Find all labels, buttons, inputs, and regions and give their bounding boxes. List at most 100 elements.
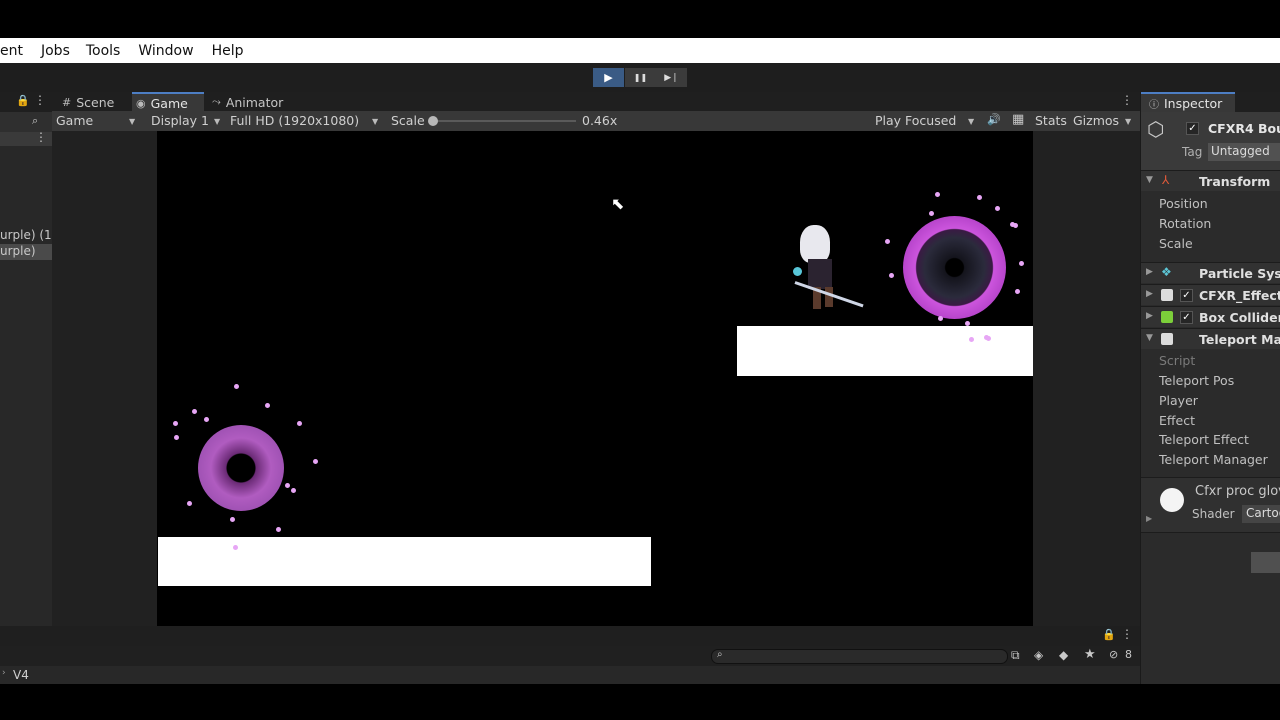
menu-item-jobs[interactable]: Jobs: [41, 43, 70, 59]
field-script: Script: [1159, 353, 1196, 368]
shader-dropdown[interactable]: Cartoo: [1242, 505, 1280, 523]
list-item[interactable]: V4: [13, 668, 29, 682]
field-player: Player: [1159, 393, 1198, 408]
component-teleport-manager[interactable]: ▼ Teleport Mana: [1141, 328, 1280, 349]
hierarchy-scene-row[interactable]: ⋮: [0, 130, 52, 146]
particle: [291, 488, 296, 493]
cube-icon: ⬡: [1147, 117, 1165, 141]
chevron-right-icon[interactable]: ▶: [1146, 514, 1152, 523]
kebab-menu-icon[interactable]: ⋮: [34, 93, 46, 107]
kebab-menu-icon[interactable]: ⋮: [1121, 93, 1133, 107]
search-icon: ⌕: [717, 649, 723, 660]
chevron-right-icon[interactable]: ▶: [1146, 289, 1153, 299]
play-focused-dropdown[interactable]: Play Focused: [875, 113, 956, 128]
search-options-icon[interactable]: ⌕: [32, 114, 38, 128]
tab-animator[interactable]: ⤳ Animator: [210, 92, 300, 112]
component-particle-system[interactable]: ▶ ❖ Particle Syste: [1141, 262, 1280, 283]
staff-orb: [793, 267, 802, 276]
portal: [903, 216, 1006, 319]
chevron-right-icon[interactable]: ▶: [1146, 267, 1153, 277]
material-section: ▶ Cfxr proc glov Shader Cartoo: [1141, 477, 1280, 533]
chevron-down-icon[interactable]: ▼: [1146, 333, 1153, 343]
material-name: Cfxr proc glov: [1195, 484, 1280, 499]
kebab-menu-icon[interactable]: ⋮: [1121, 627, 1133, 641]
character-body: [808, 259, 832, 289]
hidden-count: 8: [1125, 648, 1132, 661]
component-title: CFXR_Effect (: [1199, 288, 1280, 303]
display-dropdown[interactable]: Display 1: [151, 113, 209, 128]
component-transform[interactable]: ▼ ⅄ Transform: [1141, 170, 1280, 191]
inspector-tab-bar: ⓘ Inspector: [1141, 92, 1280, 112]
search-input[interactable]: ⌕: [711, 649, 1008, 664]
enabled-checkbox[interactable]: ✓: [1180, 289, 1193, 302]
lock-icon[interactable]: 🔒: [1102, 628, 1116, 641]
chevron-down-icon: ▼: [372, 117, 379, 126]
particle: [986, 336, 991, 341]
play-button[interactable]: ▶: [593, 68, 624, 87]
pause-icon: ❚❚: [633, 73, 648, 82]
menu-item-tools[interactable]: Tools: [86, 43, 121, 59]
component-box-collider[interactable]: ▶ ✓ Box Collider 2: [1141, 306, 1280, 327]
scale-slider-handle[interactable]: [428, 116, 438, 126]
particle: [929, 211, 934, 216]
pause-button[interactable]: ❚❚: [625, 68, 656, 87]
menu-item-window[interactable]: Window: [138, 43, 193, 59]
label-filter-icon[interactable]: ◆: [1059, 648, 1068, 662]
field-effect: Effect: [1159, 413, 1195, 428]
chevron-down-icon: ▼: [1125, 117, 1132, 126]
speaker-icon[interactable]: 🔊: [987, 113, 1001, 126]
object-name-field[interactable]: CFXR4 Boun: [1208, 121, 1280, 136]
scene-menu-icon[interactable]: ⋮: [35, 130, 47, 144]
tab-inspector[interactable]: ⓘ Inspector: [1141, 92, 1235, 112]
add-component-button[interactable]: [1251, 552, 1280, 573]
menu-item-component[interactable]: ent: [0, 43, 23, 59]
tab-animator-label: Animator: [225, 94, 284, 110]
scale-label: Scale: [391, 113, 425, 128]
hierarchy-search-row: ⌕: [0, 112, 52, 132]
scale-slider-track[interactable]: [430, 120, 576, 122]
hidden-eye-icon[interactable]: ⊘: [1109, 648, 1118, 661]
hierarchy-item-selected[interactable]: urple): [0, 244, 52, 260]
step-button[interactable]: ▶❘: [656, 68, 687, 87]
component-title: Box Collider 2: [1199, 310, 1280, 325]
screen-top-border: [0, 0, 1280, 38]
transform-icon: ⅄: [1162, 173, 1170, 187]
tab-scene[interactable]: # Scene: [56, 92, 132, 112]
particle: [1015, 289, 1020, 294]
hierarchy-item[interactable]: urple) (1): [0, 228, 56, 244]
stats-button[interactable]: Stats: [1035, 113, 1067, 128]
gizmos-dropdown[interactable]: Gizmos: [1073, 113, 1119, 128]
enabled-checkbox[interactable]: ✓: [1180, 311, 1193, 324]
grid-toggle-icon[interactable]: ▦: [1012, 112, 1024, 127]
game-view-toolbar: Game ▼ Display 1 ▼ Full HD (1920x1080) ▼…: [52, 111, 1140, 131]
chevron-right-icon[interactable]: ▶: [1146, 311, 1153, 321]
filter-icon[interactable]: ⧉: [1011, 648, 1020, 663]
game-viewport[interactable]: ⬉: [157, 131, 1033, 626]
chevron-right-icon[interactable]: ›: [2, 668, 6, 678]
particle: [938, 316, 943, 321]
tag-dropdown[interactable]: Untagged: [1208, 143, 1280, 161]
hierarchy-panel: 🔒 ⋮ ⌕ ⋮ urple) (1) urple): [0, 92, 56, 626]
game-mode-dropdown[interactable]: Game: [56, 113, 93, 128]
tab-game[interactable]: ◉ Game: [132, 92, 204, 112]
star-icon[interactable]: ★: [1084, 647, 1096, 662]
chevron-down-icon: ▼: [214, 117, 221, 126]
menu-item-help[interactable]: Help: [212, 43, 244, 59]
component-cfxr-effect[interactable]: ▶ ✓ CFXR_Effect (: [1141, 284, 1280, 305]
active-checkbox[interactable]: ✓: [1186, 122, 1199, 135]
lock-icon[interactable]: 🔒: [16, 94, 30, 107]
screen-bottom-border: [0, 684, 1280, 720]
particle-system-icon: ❖: [1161, 265, 1172, 279]
script-icon: [1161, 333, 1173, 345]
chevron-down-icon[interactable]: ▼: [1146, 175, 1153, 185]
type-filter-icon[interactable]: ◈: [1034, 648, 1043, 662]
particle: [187, 501, 192, 506]
particle: [935, 192, 940, 197]
particle: [230, 517, 235, 522]
particle: [204, 417, 209, 422]
hierarchy-item-label: urple): [0, 244, 36, 258]
step-icon: ▶❘: [664, 72, 679, 83]
particle: [276, 527, 281, 532]
chevron-down-icon: ▼: [968, 117, 975, 126]
resolution-dropdown[interactable]: Full HD (1920x1080): [230, 113, 359, 128]
